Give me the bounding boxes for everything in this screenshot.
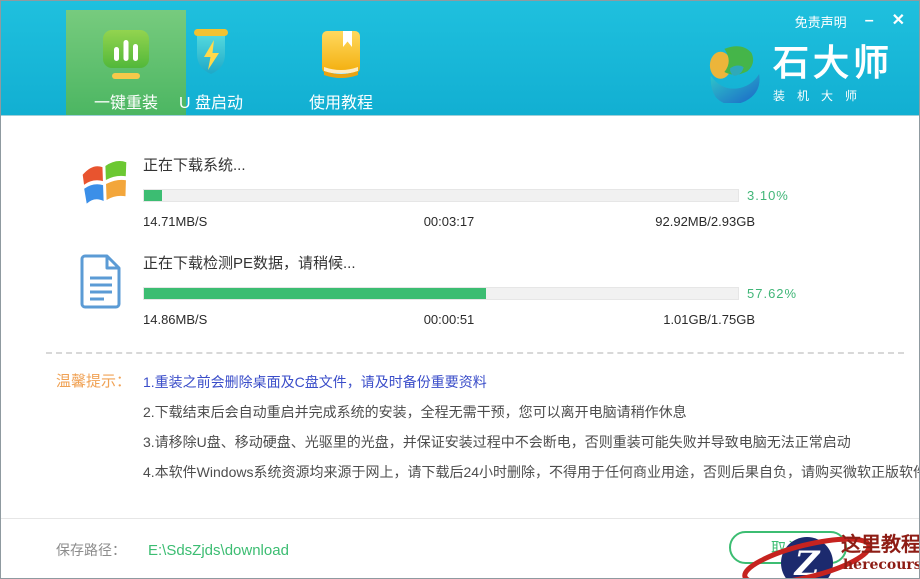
tab-usb-boot[interactable]: U 盘启动	[151, 1, 271, 115]
disclaimer-link[interactable]: 免责声明	[795, 12, 847, 31]
tab-tutorial[interactable]: 使用教程	[281, 1, 401, 115]
bar-chart-icon	[100, 27, 152, 81]
progress-percent: 57.62%	[747, 286, 799, 301]
dashed-divider	[46, 352, 904, 354]
progress-bar	[143, 189, 739, 202]
document-icon	[76, 252, 132, 327]
download-time: 00:03:17	[347, 214, 551, 229]
tip-item: 1.重装之前会删除桌面及C盘文件，请及时备份重要资料	[143, 367, 920, 397]
progress-fill	[144, 288, 486, 299]
progress-fill	[144, 190, 162, 201]
minimize-icon[interactable]: –	[865, 11, 874, 31]
book-icon	[317, 27, 365, 81]
titlebar-controls: 免责声明 – ✕	[795, 11, 905, 31]
tips-label: 温馨提示：	[56, 367, 143, 487]
tip-item: 3.请移除U盘、移动硬盘、光驱里的光盘，并保证安装过程中不会断电，否则重装可能失…	[143, 427, 920, 457]
tip-item: 2.下载结束后会自动重启并完成系统的安装，全程无需干预，您可以离开电脑请稍作休息	[143, 397, 920, 427]
brand-subtitle: 装机大师	[773, 87, 893, 104]
download-title: 正在下载检测PE数据，请稍候...	[143, 254, 799, 274]
usb-shield-icon	[187, 27, 235, 81]
close-icon[interactable]: ✕	[892, 11, 905, 31]
download-system-block: 正在下载系统... 3.10% 14.71MB/S 00:03:17 92.92…	[76, 154, 799, 229]
save-path-value: E:\SdsZjds\download	[148, 542, 289, 559]
app-window: 一键重装 U 盘启动	[0, 0, 920, 579]
tips-section: 温馨提示： 1.重装之前会删除桌面及C盘文件，请及时备份重要资料 2.下载结束后…	[56, 367, 899, 487]
windows-logo-icon	[76, 154, 132, 229]
progress-bar	[143, 287, 739, 300]
download-size: 92.92MB/2.93GB	[551, 214, 799, 229]
brand: 石大师 装机大师	[707, 43, 893, 108]
tab-label: 一键重装	[94, 89, 158, 113]
download-time: 00:00:51	[347, 312, 551, 327]
progress-percent: 3.10%	[747, 188, 799, 203]
download-pe-block: 正在下载检测PE数据，请稍候... 57.62% 14.86MB/S 00:00…	[76, 252, 799, 327]
download-speed: 14.71MB/S	[143, 214, 347, 229]
tab-label: U 盘启动	[179, 89, 243, 113]
tab-label: 使用教程	[309, 89, 373, 113]
header: 一键重装 U 盘启动	[1, 1, 919, 116]
download-stats: 14.71MB/S 00:03:17 92.92MB/2.93GB	[143, 214, 799, 229]
download-stats: 14.86MB/S 00:00:51 1.01GB/1.75GB	[143, 312, 799, 327]
brand-logo-icon	[707, 43, 763, 108]
download-speed: 14.86MB/S	[143, 312, 347, 327]
save-path-label: 保存路径：	[56, 540, 126, 560]
cancel-button[interactable]: 取消	[729, 531, 847, 564]
download-size: 1.01GB/1.75GB	[551, 312, 799, 327]
download-title: 正在下载系统...	[143, 156, 799, 176]
tip-item: 4.本软件Windows系统资源均来源于网上，请下载后24小时删除，不得用于任何…	[143, 457, 920, 487]
brand-name: 石大师	[773, 43, 893, 83]
footer: 保存路径： E:\SdsZjds\download 取消	[1, 518, 919, 579]
